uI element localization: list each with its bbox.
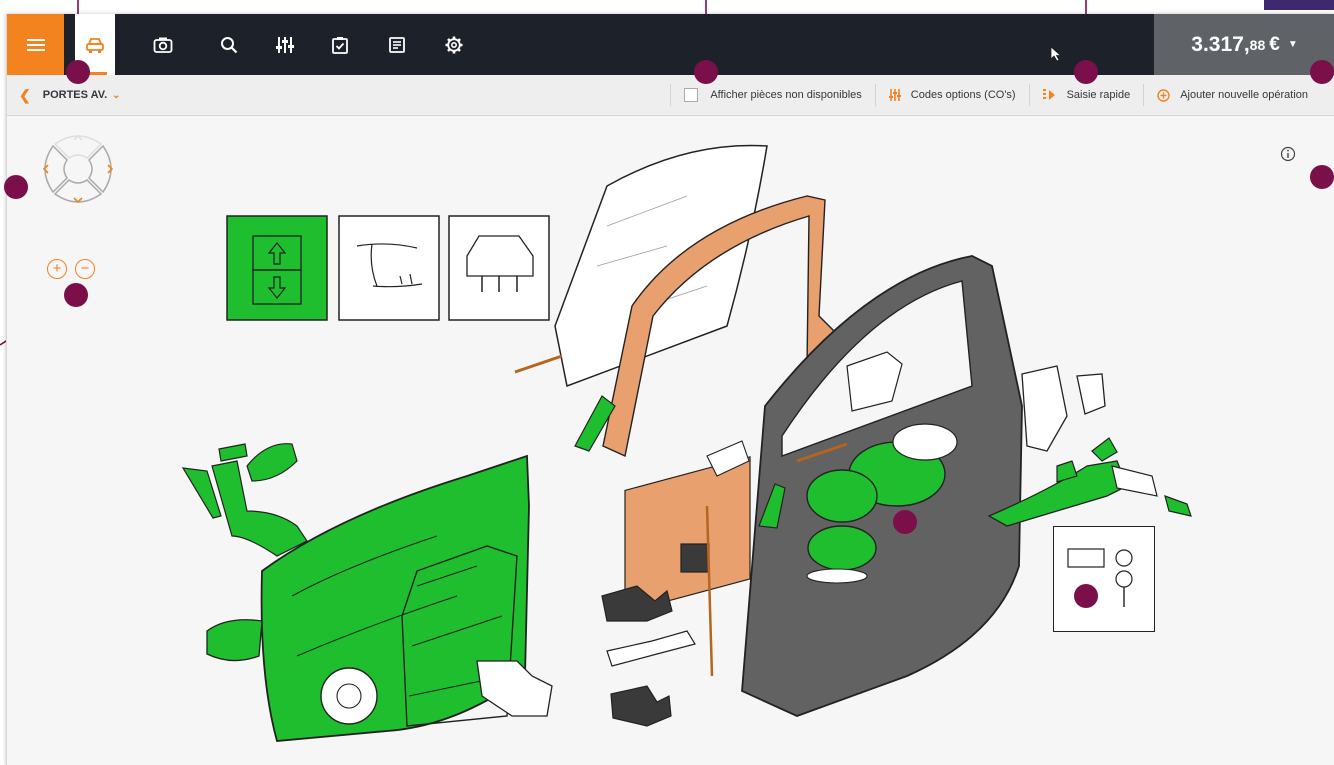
chevron-left-icon: ❮ (19, 86, 31, 103)
sub-toolbar: ❮ PORTES AV. ⌄ Afficher pièces non dispo… (7, 75, 1334, 116)
total-currency: € (1269, 33, 1280, 55)
total-main: 3.317, (1191, 32, 1250, 56)
door-check-strap[interactable] (606, 630, 696, 667)
show-unavailable-toggle[interactable]: Afficher pièces non disponibles (670, 84, 874, 106)
key-symbol-box[interactable] (1053, 526, 1155, 632)
key-fob[interactable] (1164, 495, 1192, 517)
gear-icon (445, 36, 463, 53)
hamburger-icon (26, 38, 45, 51)
lock-cylinder[interactable] (1111, 465, 1158, 497)
quick-entry-button[interactable]: Saisie rapide (1028, 84, 1144, 106)
action-bar: Afficher pièces non disponibles Codes op… (670, 75, 1321, 115)
window-glass[interactable] (554, 144, 768, 388)
add-operation-label: Ajouter nouvelle opération (1180, 89, 1308, 101)
lower-hinge[interactable] (610, 685, 672, 727)
callout-dot (1074, 60, 1098, 84)
total-amount[interactable]: 3.317, 88 € ▼ (1154, 14, 1334, 75)
tool-settings[interactable] (434, 14, 474, 75)
door-card-insulation[interactable] (624, 456, 751, 614)
breadcrumb-label: PORTES AV. (42, 89, 108, 101)
tool-checklist[interactable] (320, 14, 360, 75)
quick-entry-label: Saisie rapide (1066, 89, 1131, 101)
window-switch[interactable] (680, 543, 710, 573)
chevron-down-icon: ⌄ (112, 89, 121, 101)
speaker[interactable] (320, 667, 378, 725)
tool-options[interactable] (265, 14, 305, 75)
top-toolbar: 3.317, 88 € ▼ (7, 14, 1334, 75)
callout-dot (64, 283, 88, 307)
regulator-motor[interactable] (476, 660, 553, 717)
tool-search[interactable] (209, 14, 249, 75)
callout-dot (893, 510, 917, 534)
wiring-harness-symbol[interactable] (338, 215, 440, 321)
callout-dot (4, 175, 28, 199)
option-codes-button[interactable]: Codes options (CO's) (874, 84, 1029, 106)
door-latch[interactable] (1021, 365, 1068, 452)
armrest-pad[interactable] (206, 619, 263, 662)
car-icon (86, 37, 104, 53)
sliders-icon (888, 89, 901, 101)
menu-button[interactable] (7, 14, 64, 75)
tool-camera[interactable] (143, 14, 183, 75)
show-unavailable-label: Afficher pièces non disponibles (710, 89, 862, 101)
handle-bezel[interactable] (246, 443, 298, 482)
plus-circle-icon (1157, 88, 1170, 102)
window-regulator-symbol[interactable] (226, 215, 328, 321)
checkbox[interactable] (684, 88, 699, 102)
callout-dot (1310, 60, 1334, 84)
mouse-cursor-icon (1050, 46, 1062, 62)
parts-diagram-canvas[interactable]: + − (7, 116, 1334, 765)
camera-icon (153, 37, 173, 53)
sliders-icon (276, 36, 294, 53)
callout-dot (1310, 165, 1334, 189)
checklist-icon (332, 36, 348, 54)
callout-dot (1074, 584, 1098, 608)
door-exploded-view (181, 144, 1192, 742)
tool-report[interactable] (377, 14, 417, 75)
receipt-icon (389, 36, 405, 53)
callout-dot (66, 60, 90, 84)
total-cents: 88 (1249, 36, 1266, 53)
control-module-symbol[interactable] (448, 215, 550, 321)
key-icon (1067, 548, 1133, 607)
callout-dot (694, 60, 718, 84)
quick-entry-icon (1042, 89, 1057, 101)
option-codes-label: Codes options (CO's) (910, 89, 1016, 101)
glass-guide-rod (514, 354, 563, 374)
search-icon (221, 36, 238, 53)
app-window: 3.317, 88 € ▼ ❮ PORTES AV. ⌄ Afficher pi… (6, 14, 1334, 765)
add-operation-button[interactable]: Ajouter nouvelle opération (1143, 84, 1321, 106)
caret-down-icon: ▼ (1287, 39, 1298, 50)
